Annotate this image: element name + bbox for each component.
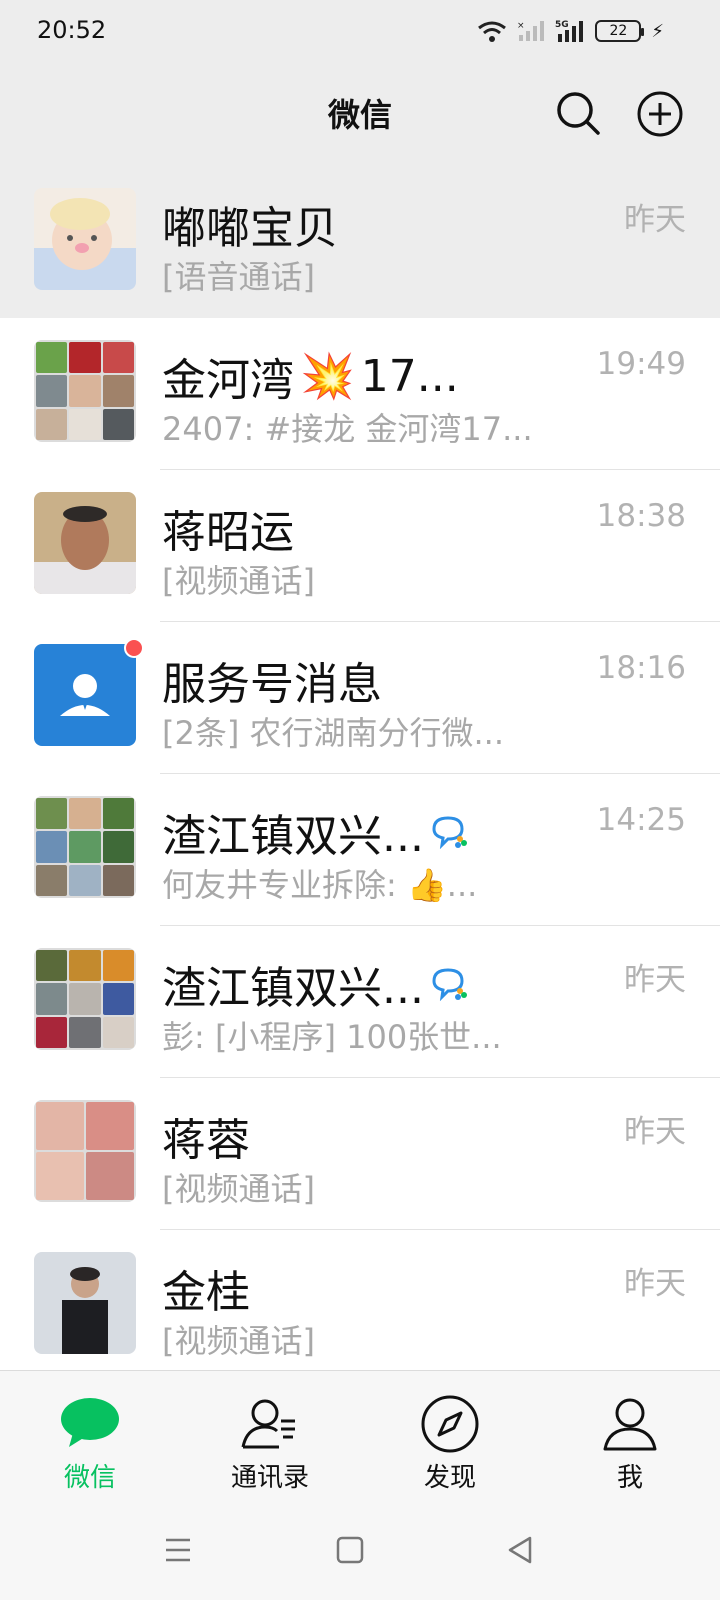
chat-time: 18:16 (596, 650, 686, 686)
chat-name: 渣江镇双兴... (162, 800, 468, 864)
chat-preview: [2条] 农行湖南分行微... (162, 714, 505, 752)
add-icon[interactable] (636, 90, 684, 138)
charging-icon: ⚡ (651, 20, 664, 42)
chat-name: 蒋蓉 (162, 1115, 250, 1166)
chat-preview: 彭: [小程序] 100张世... (162, 1018, 502, 1056)
chat-item-zhajiang-group-1[interactable]: 渣江镇双兴... 何友井专业拆除: 👍... 14:25 (0, 774, 720, 926)
search-icon[interactable] (555, 90, 601, 136)
person-icon (603, 1398, 657, 1451)
page-title: 微信 (327, 96, 392, 134)
chat-preview: [语音通话] (162, 258, 315, 296)
compass-icon (421, 1395, 479, 1453)
battery-icon: 22 (595, 20, 645, 42)
tab-label: 微信 (63, 1463, 116, 1493)
service-account-icon (34, 644, 136, 746)
enterprise-chat-icon (432, 816, 467, 849)
chat-time: 14:25 (596, 802, 686, 838)
tab-chats[interactable]: 微信 (0, 1371, 180, 1500)
chat-time: 19:49 (596, 346, 686, 382)
chat-preview: 何友井专业拆除: 👍... (162, 866, 478, 904)
unread-dot (124, 638, 144, 658)
status-bar: 20:52 × 5G 22 ⚡ (0, 0, 720, 62)
wifi-icon (478, 21, 507, 42)
tab-label: 通讯录 (230, 1463, 309, 1493)
menu-icon[interactable] (158, 1530, 198, 1570)
tab-contacts[interactable]: 通讯录 (180, 1371, 360, 1500)
avatar (34, 188, 136, 290)
tab-label: 我 (616, 1463, 643, 1493)
enterprise-chat-icon (432, 968, 467, 1001)
tab-me[interactable]: 我 (540, 1371, 720, 1500)
group-avatar (34, 948, 136, 1050)
svg-text:×: × (517, 21, 525, 31)
chat-time: 昨天 (624, 1114, 686, 1150)
chat-preview: 2407: #接龙 金河湾17... (162, 410, 533, 448)
chat-time: 18:38 (596, 498, 686, 534)
avatar (34, 492, 136, 594)
chat-name: 金河湾 💥 17... (162, 350, 459, 407)
status-icons: × 5G 22 ⚡ (477, 16, 664, 46)
home-icon[interactable] (330, 1530, 370, 1570)
signal-5g-icon: 5G (555, 20, 584, 42)
chat-item-jiang-rong[interactable]: 蒋蓉 [视频通话] 昨天 (0, 1078, 720, 1230)
back-icon[interactable] (500, 1530, 540, 1570)
chat-name: 金桂 (162, 1267, 250, 1318)
service-account-avatar (34, 644, 136, 746)
signal-sim1-icon: × (517, 21, 545, 41)
chat-time: 昨天 (624, 202, 686, 238)
chat-name: 渣江镇双兴... (162, 952, 468, 1016)
chat-preview: [视频通话] (162, 1322, 315, 1360)
group-avatar (34, 796, 136, 898)
chat-preview: [视频通话] (162, 1170, 315, 1208)
chat-item-jiang-zhaoyun[interactable]: 蒋昭运 [视频通话] 18:38 (0, 470, 720, 622)
chat-item-service-messages[interactable]: 服务号消息 [2条] 农行湖南分行微... 18:16 (0, 622, 720, 774)
group-avatar (34, 340, 136, 442)
chat-list: 嘟嘟宝贝 [语音通话] 昨天 金河湾 💥 17... 2407: #接龙 金河湾17… (0, 166, 720, 1370)
chat-item-jinhewan[interactable]: 金河湾 💥 17... 2407: #接龙 金河湾17... 19:49 (0, 318, 720, 470)
contacts-icon (241, 1399, 295, 1449)
chat-item-dudu-baobei[interactable]: 嘟嘟宝贝 [语音通话] 昨天 (0, 166, 720, 318)
chat-name: 嘟嘟宝贝 (162, 203, 338, 254)
chat-time: 昨天 (624, 1266, 686, 1302)
tab-discover[interactable]: 发现 (360, 1371, 540, 1500)
svg-text:5G: 5G (555, 20, 569, 30)
avatar (34, 1100, 136, 1202)
battery-level: 22 (609, 23, 628, 39)
chat-name: 服务号消息 (162, 659, 382, 710)
chat-item-zhajiang-group-2[interactable]: 渣江镇双兴... 彭: [小程序] 100张世... 昨天 (0, 926, 720, 1078)
system-nav-bar (0, 1500, 720, 1600)
chat-bubble-icon (61, 1398, 119, 1447)
collision-emoji-icon: 💥 (300, 351, 355, 402)
tab-label: 发现 (423, 1463, 476, 1493)
tab-bar: 微信 通讯录 发现 我 (0, 1370, 720, 1500)
chat-item-jin-gui[interactable]: 金桂 [视频通话] 昨天 (0, 1230, 720, 1370)
avatar (34, 1252, 136, 1354)
header: 微信 (0, 62, 720, 166)
status-time: 20:52 (37, 16, 107, 44)
chat-preview: [视频通话] (162, 562, 315, 600)
chat-time: 昨天 (624, 962, 686, 998)
chat-name: 蒋昭运 (162, 507, 294, 558)
